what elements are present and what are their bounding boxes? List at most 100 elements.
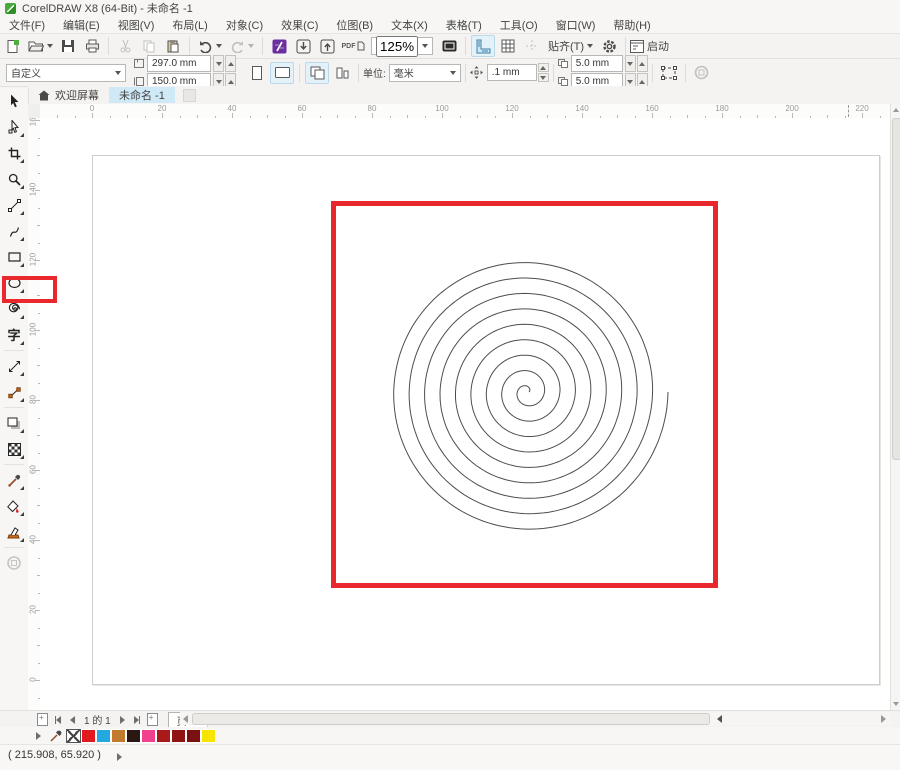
crop-tool[interactable] [2,141,26,165]
page-size-preset-combo[interactable]: 自定义 [6,64,126,82]
page-width-field[interactable] [150,57,208,70]
import-button[interactable] [292,36,314,56]
color-eyedropper-tool[interactable] [2,468,26,492]
color-swatch-brick-red[interactable] [171,729,186,743]
spiral-shape[interactable] [40,118,890,710]
zoom-tool[interactable] [2,167,26,191]
horizontal-scroll-thumb[interactable] [192,713,710,725]
duplicate-x-field[interactable] [574,57,620,70]
menu-item-10[interactable]: 窗口(W) [547,16,605,34]
add-page-before-button[interactable] [36,713,49,726]
nudge-down[interactable] [538,73,549,82]
tab-welcome-screen[interactable]: 欢迎屏幕 [28,87,109,103]
menu-item-7[interactable]: 文本(X) [382,16,437,34]
page-width-down[interactable] [213,55,224,72]
page-size-dropdown-icon[interactable] [115,71,121,75]
export-button[interactable] [316,36,338,56]
treat-as-filled-button[interactable] [658,63,680,83]
previous-page-button[interactable] [66,713,79,726]
interactive-fill-tool[interactable] [2,494,26,518]
save-button[interactable] [57,36,79,56]
color-swatch-dark-brown[interactable] [126,729,141,743]
open-dropdown-icon[interactable] [47,44,53,48]
scroll-up-arrow[interactable] [892,105,900,115]
status-bar-menu-arrow[interactable] [113,750,126,763]
scroll-split-handle[interactable] [714,714,724,723]
horizontal-ruler[interactable]: 020406080100120140160180200220 [40,104,890,119]
portrait-button[interactable] [246,63,268,83]
color-swatch-red[interactable] [81,729,96,743]
cut-button[interactable] [114,36,136,56]
menu-item-4[interactable]: 对象(C) [217,16,272,34]
snap-to-dropdown[interactable]: 贴齐(T) [548,38,593,54]
open-button[interactable] [25,36,55,56]
menu-item-1[interactable]: 编辑(E) [54,16,109,34]
menu-item-9[interactable]: 工具(O) [491,16,547,34]
menu-item-5[interactable]: 效果(C) [272,16,327,34]
vertical-scroll-thumb[interactable] [892,118,900,460]
dimension-tool[interactable] [2,354,26,378]
launch-button[interactable]: 启动 [630,38,669,54]
paste-button[interactable] [162,36,184,56]
palette-expand-arrow[interactable] [32,729,45,742]
smart-drawing-tool[interactable] [2,219,26,243]
palette-eyedropper-icon[interactable] [50,730,62,742]
show-guidelines-button[interactable] [521,36,543,56]
color-swatch-no-color[interactable] [66,729,81,743]
units-dropdown-icon[interactable] [450,71,456,75]
next-page-button[interactable] [116,713,129,726]
dup-x-up[interactable] [637,55,648,72]
text-tool[interactable]: 字 [2,323,26,347]
redo-dropdown-icon[interactable] [248,44,254,48]
shape-tool[interactable] [2,115,26,139]
scroll-left-arrow[interactable] [180,714,190,723]
drawing-canvas[interactable] [40,118,890,710]
freehand-tool[interactable] [2,193,26,217]
menu-item-2[interactable]: 视图(V) [109,16,164,34]
menu-item-8[interactable]: 表格(T) [437,16,491,34]
units-combo[interactable]: 毫米 [389,64,461,82]
nudge-distance-field[interactable] [490,66,534,79]
color-swatch-magenta-pink[interactable] [141,729,156,743]
print-button[interactable] [81,36,103,56]
page-width-up[interactable] [225,55,236,72]
color-swatch-ochre[interactable] [111,729,126,743]
first-page-button[interactable] [51,713,64,726]
new-document-button[interactable] [1,36,23,56]
connector-tool[interactable] [2,380,26,404]
copy-button[interactable] [138,36,160,56]
new-tab-button[interactable] [183,89,196,102]
smart-fill-tool[interactable] [2,520,26,544]
publish-pdf-button[interactable]: PDF [340,36,366,56]
color-swatch-yellow[interactable] [201,729,216,743]
wireframe-options-button[interactable] [691,63,713,83]
menu-item-11[interactable]: 帮助(H) [604,16,659,34]
dup-x-down[interactable] [625,55,636,72]
menu-item-6[interactable]: 位图(B) [327,16,382,34]
undo-dropdown-icon[interactable] [216,44,222,48]
redo-button[interactable] [227,36,257,56]
add-page-after-button[interactable] [146,713,159,726]
show-rulers-button[interactable] [471,35,495,57]
all-pages-size-button[interactable] [305,62,329,84]
vertical-scrollbar[interactable] [890,104,900,710]
undo-button[interactable] [195,36,225,56]
scroll-down-arrow[interactable] [892,699,900,709]
rectangle-tool[interactable] [2,245,26,269]
menu-item-3[interactable]: 布局(L) [163,16,216,34]
zoom-dropdown-icon[interactable] [422,44,428,48]
landscape-button[interactable] [270,62,294,84]
horizontal-scrollbar[interactable] [180,712,890,725]
show-grid-button[interactable] [497,36,519,56]
pick-tool[interactable] [2,89,26,113]
transparency-tool[interactable] [2,437,26,461]
tab-document-untitled[interactable]: 未命名 -1 [109,87,175,103]
snap-dropdown-icon[interactable] [587,44,593,48]
outline-pen-tool[interactable] [2,551,26,575]
color-swatch-maroon[interactable] [186,729,201,743]
scroll-right-arrow[interactable] [878,714,888,723]
nudge-up[interactable] [538,63,549,72]
color-swatch-cyan-blue[interactable] [96,729,111,743]
zoom-level-combo[interactable] [371,37,433,55]
search-content-button[interactable] [268,36,290,56]
